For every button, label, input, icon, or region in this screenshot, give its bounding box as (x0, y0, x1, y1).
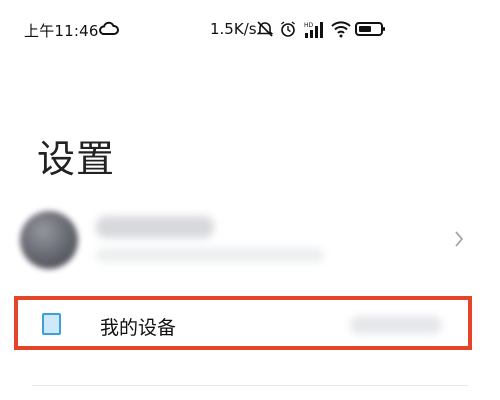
page-title: 设置 (37, 137, 116, 181)
mute-icon (256, 21, 274, 37)
device-value (350, 316, 442, 334)
account-name (96, 216, 214, 238)
network-speed: 1.5K/s (210, 20, 257, 38)
settings-screen: 上午11:46 1.5K/s HD 设置 我的设备 (0, 0, 500, 400)
device-icon (42, 313, 61, 335)
status-bar: 上午11:46 1.5K/s HD (0, 12, 500, 44)
signal-icon: HD (304, 22, 323, 38)
my-device-item[interactable]: 我的设备 (14, 296, 472, 350)
battery-icon (355, 22, 385, 36)
account-row[interactable] (0, 198, 500, 286)
my-device-label: 我的设备 (100, 317, 177, 339)
avatar (20, 211, 78, 269)
cloud-icon (99, 21, 119, 35)
account-subtitle (96, 248, 324, 262)
wifi-icon (331, 21, 351, 38)
status-time: 上午11:46 (24, 22, 99, 40)
alarm-icon (281, 21, 295, 37)
divider (32, 385, 468, 386)
chevron-right-icon (455, 231, 464, 247)
svg-text:HD: HD (304, 22, 314, 29)
